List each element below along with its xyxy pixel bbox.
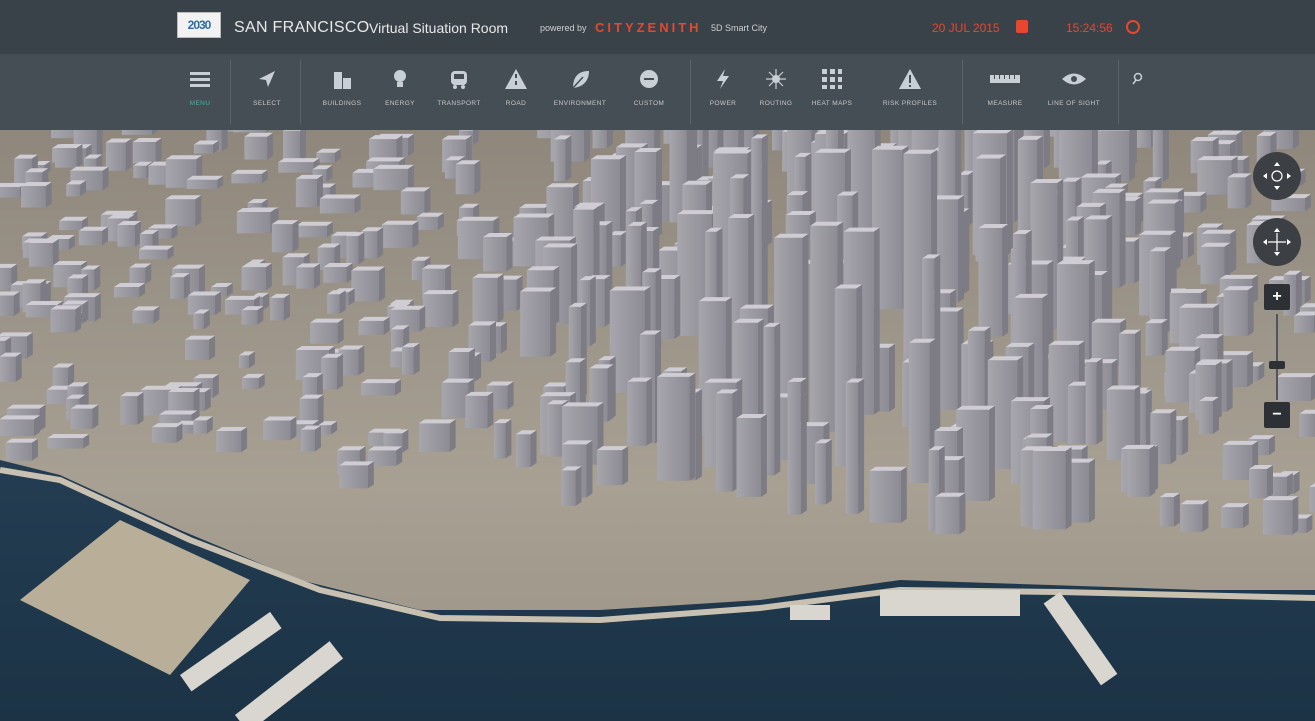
tool-power[interactable]: POWER	[700, 66, 746, 120]
tool-menu[interactable]: MENU	[179, 66, 221, 120]
tool-label: ROUTING	[759, 100, 793, 107]
tool-routing[interactable]: ROUTING	[752, 66, 800, 120]
tool-road[interactable]: ROAD	[496, 66, 536, 120]
tool-label: SELECT	[253, 100, 281, 107]
ruler-icon	[990, 75, 1020, 83]
map-canvas	[0, 130, 1315, 721]
tool-label: MENU	[189, 100, 211, 107]
grid-icon	[822, 69, 842, 89]
zoom-slider-handle[interactable]	[1269, 361, 1285, 369]
tool-custom[interactable]: CUSTOM	[623, 66, 675, 120]
tool-label: BUILDINGS	[322, 100, 362, 107]
tool-label: TRANSPORT	[437, 100, 481, 107]
toolbar-divider	[300, 60, 301, 124]
tool-label: ENVIRONMENT	[553, 100, 607, 107]
pan-arrows-icon	[1263, 228, 1291, 256]
brand-tagline: 5D Smart City	[711, 23, 768, 33]
tool-line-of-sight[interactable]: LINE OF SIGHT	[1036, 66, 1112, 120]
cursor-icon	[259, 71, 275, 87]
toolbar-divider	[690, 60, 691, 124]
brand-name: CITYZENITH	[595, 20, 702, 35]
tool-label: MEASURE	[987, 100, 1023, 107]
tool-label: ENERGY	[385, 100, 415, 107]
tool-heat-maps[interactable]: HEAT MAPS	[806, 66, 858, 120]
zoom-in-button[interactable]: +	[1264, 284, 1290, 310]
top-bar: 2030 SAN FRANCISCO Virtual Situation Roo…	[0, 0, 1315, 54]
tool-label: ROAD	[505, 100, 527, 107]
compass-icon	[1263, 162, 1291, 190]
sustainability-logo: 2030	[177, 12, 221, 38]
tool-label: LINE OF SIGHT	[1047, 100, 1101, 107]
warning-icon	[899, 69, 921, 89]
app-title: Virtual Situation Room	[369, 20, 509, 36]
zoom-out-button[interactable]: −	[1264, 402, 1290, 428]
toolbar-divider	[1118, 60, 1119, 124]
tool-buildings[interactable]: BUILDINGS	[312, 66, 372, 120]
menu-icon	[190, 72, 210, 87]
tool-risk-profiles[interactable]: RISK PROFILES	[868, 66, 952, 120]
bus-icon	[451, 71, 467, 89]
date-display: 20 JUL 2015	[932, 21, 1000, 35]
clock-icon[interactable]	[1126, 20, 1140, 34]
lightbulb-icon	[394, 70, 406, 87]
city-3d-map[interactable]: + −	[0, 130, 1315, 721]
lightning-icon	[717, 69, 729, 89]
leaf-icon	[572, 71, 589, 89]
tool-measure[interactable]: MEASURE	[976, 66, 1034, 120]
calendar-icon[interactable]	[1016, 20, 1028, 33]
time-display: 15:24:56	[1066, 21, 1113, 35]
tool-label: POWER	[709, 100, 737, 107]
tool-energy[interactable]: ENERGY	[373, 66, 427, 120]
custom-icon	[640, 70, 658, 88]
tool-label: CUSTOM	[633, 100, 665, 107]
routing-icon	[766, 69, 786, 89]
pan-control[interactable]	[1253, 218, 1301, 266]
road-icon	[505, 69, 527, 89]
zoom-slider-track[interactable]	[1276, 314, 1278, 400]
tool-search[interactable]	[1124, 66, 1152, 120]
buildings-icon	[334, 72, 351, 89]
tool-label: HEAT MAPS	[811, 100, 853, 107]
tool-environment[interactable]: ENVIRONMENT	[542, 66, 618, 120]
city-name: SAN FRANCISCO	[234, 19, 370, 36]
tool-select[interactable]: SELECT	[244, 66, 290, 120]
tool-transport[interactable]: TRANSPORT	[428, 66, 490, 120]
search-icon	[1132, 72, 1143, 85]
toolbar-divider	[230, 60, 231, 124]
tool-label: RISK PROFILES	[882, 100, 938, 107]
powered-by-label: powered by	[540, 23, 587, 33]
tilt-control[interactable]	[1253, 152, 1301, 200]
toolbar-divider	[962, 60, 963, 124]
eye-icon	[1062, 73, 1086, 85]
